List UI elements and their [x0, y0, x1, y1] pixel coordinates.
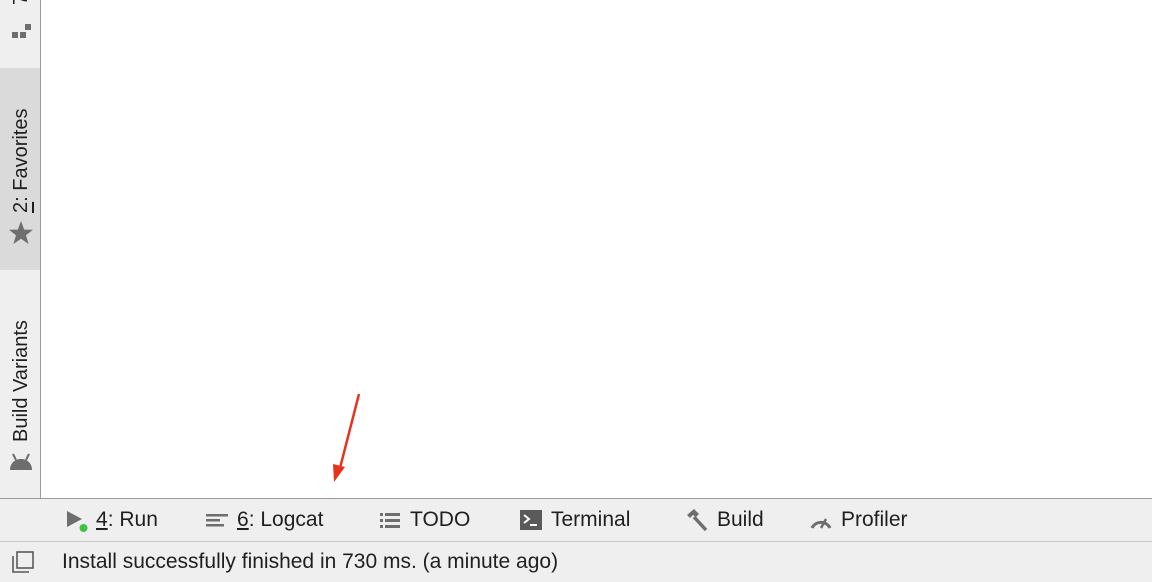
tab-favorites-label: 2: Favorites: [10, 108, 32, 213]
terminal-icon: [519, 508, 543, 532]
status-message: Install successfully finished in 730 ms.…: [62, 550, 559, 573]
tab-logcat[interactable]: 6: Logcat: [205, 499, 323, 541]
tab-favorites[interactable]: 2: Favorites: [0, 68, 40, 270]
tab-structure[interactable]: 7: [0, 0, 40, 68]
status-bar: Install successfully finished in 730 ms.…: [0, 541, 1152, 582]
hammer-icon: [685, 508, 709, 532]
tab-build-variants-label: Build Variants: [10, 320, 32, 442]
tab-profiler[interactable]: Profiler: [809, 499, 908, 541]
tab-build-variants[interactable]: Build Variants: [0, 270, 40, 484]
tab-profiler-label: Profiler: [841, 508, 908, 531]
tool-window-toggle-icon[interactable]: [10, 549, 36, 575]
run-icon: [64, 508, 88, 532]
tab-structure-label: 7: [8, 0, 34, 16]
android-icon: [8, 450, 34, 476]
tab-run[interactable]: 4: Run: [64, 499, 158, 541]
tab-build-label: Build: [717, 508, 764, 531]
logcat-icon: [205, 508, 229, 532]
gauge-icon: [809, 508, 833, 532]
tab-terminal[interactable]: Terminal: [519, 499, 630, 541]
tab-run-label: 4: Run: [96, 508, 158, 531]
todo-icon: [378, 508, 402, 532]
left-tool-strip: 7 2: Favorites Build Variants: [0, 0, 41, 498]
tab-terminal-label: Terminal: [551, 508, 631, 531]
tab-todo-label: TODO: [410, 508, 471, 531]
star-icon: [8, 220, 34, 246]
tab-logcat-label: 6: Logcat: [237, 508, 324, 531]
editor-area: [41, 0, 1152, 498]
tab-build[interactable]: Build: [685, 499, 764, 541]
bottom-tool-bar: 4: Run 6: Logcat TODO Terminal Build Pro…: [0, 498, 1152, 541]
tab-todo[interactable]: TODO: [378, 499, 470, 541]
annotation-arrow-icon: [333, 393, 361, 482]
structure-icon: [8, 20, 34, 46]
